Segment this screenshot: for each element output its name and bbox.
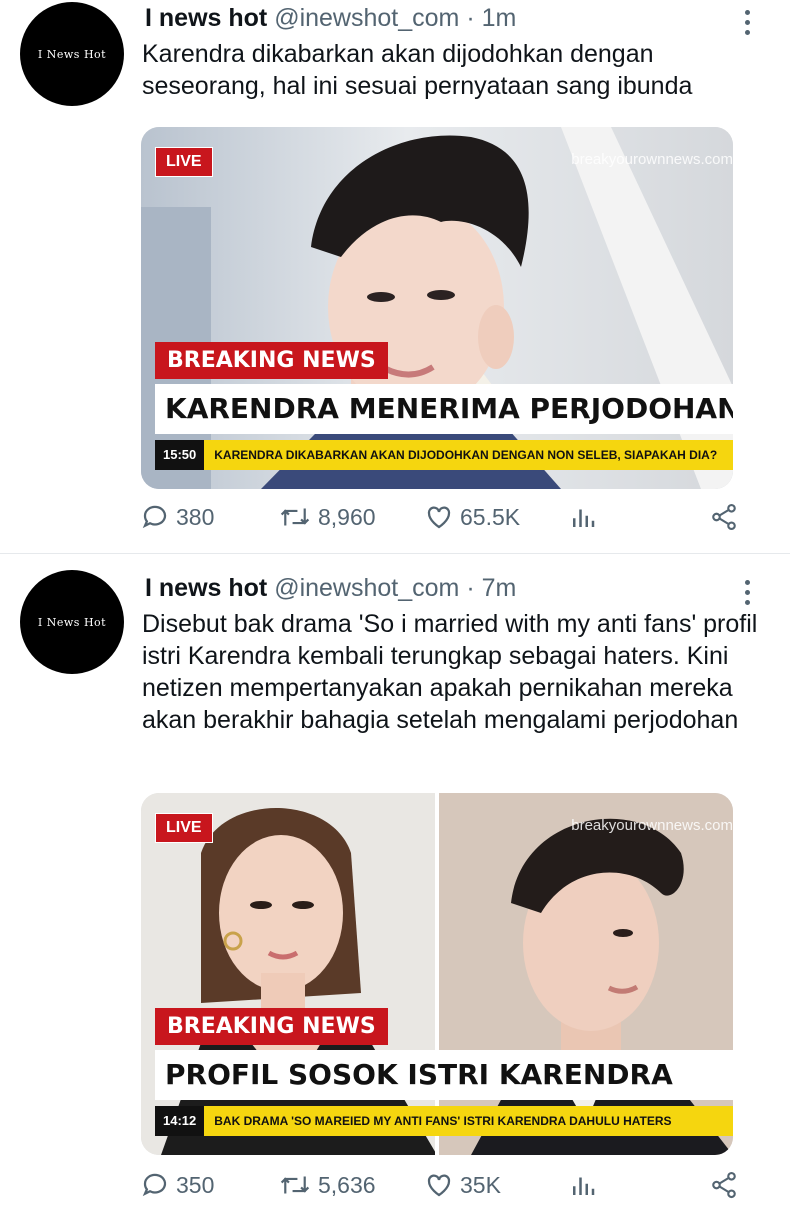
- reply-icon: [142, 505, 167, 529]
- reply-button[interactable]: 350: [140, 1170, 214, 1200]
- more-icon[interactable]: [740, 580, 754, 605]
- retweet-icon: [280, 508, 310, 526]
- avatar[interactable]: I News Hot: [20, 570, 124, 674]
- news-headline: KARENDRA MENERIMA PERJODOHAN: [155, 384, 733, 434]
- news-ticker: 14:12 BAK DRAMA 'SO MAREIED MY ANTI FANS…: [155, 1106, 733, 1136]
- news-ticker: 15:50 KARENDRA DIKABARKAN AKAN DIJODOHKA…: [155, 440, 733, 470]
- separator: ·: [466, 4, 475, 32]
- tweet[interactable]: I News Hot I news hot @inewshot_com · 1m…: [0, 0, 790, 550]
- share-button[interactable]: [708, 502, 740, 532]
- reply-button[interactable]: 380: [140, 502, 214, 532]
- ticker-text: BAK DRAMA 'SO MAREIED MY ANTI FANS' ISTR…: [214, 1114, 672, 1128]
- share-icon: [712, 503, 736, 531]
- tweet-actions: 350 5,636 35K: [140, 1170, 750, 1210]
- live-badge: LIVE: [155, 813, 213, 843]
- tweet-divider: [0, 553, 790, 554]
- retweet-button[interactable]: 5,636: [278, 1170, 376, 1200]
- like-count: 35K: [460, 1171, 501, 1198]
- live-badge: LIVE: [155, 147, 213, 177]
- analytics-button[interactable]: [568, 502, 598, 532]
- like-count: 65.5K: [460, 503, 521, 530]
- ticker-text: KARENDRA DIKABARKAN AKAN DIJODOHKAN DENG…: [214, 448, 718, 462]
- tweet-time[interactable]: 1m: [482, 4, 517, 32]
- tweet[interactable]: I News Hot I news hot @inewshot_com · 7m…: [0, 566, 790, 1200]
- author-name[interactable]: I news hot: [145, 574, 267, 602]
- like-icon: [427, 506, 451, 529]
- author-name[interactable]: I news hot: [145, 4, 267, 32]
- author-handle[interactable]: @inewshot_com: [274, 4, 459, 32]
- tweet-text: Disebut bak drama 'So i married with my …: [142, 610, 758, 734]
- author-handle[interactable]: @inewshot_com: [274, 574, 459, 602]
- reply-icon: [142, 1173, 167, 1197]
- news-headline: PROFIL SOSOK ISTRI KARENDRA: [155, 1050, 733, 1100]
- tweet-text: Karendra dikabarkan akan dijodohkan deng…: [142, 40, 693, 100]
- breaking-news-label: BREAKING NEWS: [155, 1008, 388, 1045]
- like-button[interactable]: 35K: [424, 1170, 501, 1200]
- retweet-count: 5,636: [318, 1171, 376, 1198]
- breaking-news-label: BREAKING NEWS: [155, 342, 388, 379]
- like-button[interactable]: 65.5K: [424, 502, 520, 532]
- tweet-time[interactable]: 7m: [482, 574, 517, 602]
- reply-count: 380: [176, 503, 215, 530]
- news-photo: [141, 127, 733, 489]
- more-icon[interactable]: [740, 10, 754, 35]
- separator: ·: [466, 574, 475, 602]
- tweet-header: I news hot @inewshot_com · 1m: [145, 4, 516, 33]
- retweet-count: 8,960: [318, 503, 376, 530]
- share-button[interactable]: [708, 1170, 740, 1200]
- news-photo: [141, 793, 733, 1155]
- tweet-header: I news hot @inewshot_com · 7m: [145, 574, 516, 603]
- avatar[interactable]: I News Hot: [20, 2, 124, 106]
- retweet-button[interactable]: 8,960: [278, 502, 376, 532]
- watermark: breakyourownnews.com: [571, 151, 733, 168]
- reply-count: 350: [176, 1171, 215, 1198]
- retweet-icon: [280, 1176, 310, 1194]
- analytics-icon: [573, 509, 595, 527]
- tweet-media[interactable]: LIVE breakyourownnews.com BREAKING NEWS …: [141, 793, 733, 1155]
- watermark: breakyourownnews.com: [571, 817, 733, 834]
- ticker-time: 15:50: [155, 440, 205, 470]
- tweet-media[interactable]: LIVE breakyourownnews.com BREAKING NEWS …: [141, 127, 733, 489]
- analytics-button[interactable]: [568, 1170, 598, 1200]
- share-icon: [712, 1171, 736, 1199]
- ticker-time: 14:12: [155, 1106, 205, 1136]
- like-icon: [427, 1174, 451, 1197]
- tweet-actions: 380 8,960 65.5K: [140, 502, 750, 542]
- analytics-icon: [573, 1177, 595, 1195]
